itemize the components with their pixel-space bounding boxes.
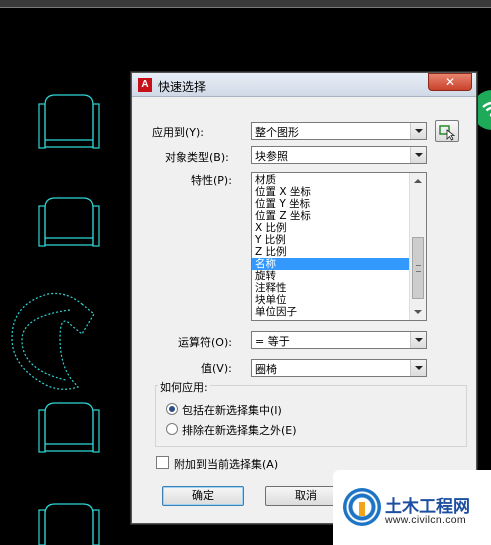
property-list-item[interactable]: 位置 X 坐标 [252, 186, 409, 198]
chair-block-4[interactable] [38, 402, 100, 453]
select-objects-button[interactable] [435, 120, 459, 142]
apply-to-select[interactable]: 整个图形 [251, 122, 427, 140]
value-value: 圈椅 [255, 363, 277, 376]
chevron-down-icon[interactable] [410, 360, 426, 376]
operator-label: 运算符(O): [178, 336, 232, 349]
property-list-item[interactable]: 名称 [252, 258, 409, 270]
object-type-select[interactable]: 块参照 [251, 146, 427, 164]
scroll-up-icon[interactable] [410, 173, 426, 189]
apply-to-value: 整个图形 [255, 126, 299, 139]
dialog-title: 快速选择 [158, 80, 207, 94]
apply-to-label: 应用到(Y): [152, 126, 205, 139]
property-list-item[interactable]: 位置 Y 坐标 [252, 198, 409, 210]
include-radio[interactable] [166, 403, 178, 415]
include-radio-label[interactable]: 包括在新选择集中(I) [182, 402, 282, 418]
properties-scrollbar[interactable] [409, 173, 426, 320]
properties-list[interactable]: 材质 位置 X 坐标 位置 Y 坐标 位置 Z 坐标 X 比例 Y 比例 Z 比例 名称 旋转注… [251, 172, 427, 321]
chevron-down-icon[interactable] [410, 123, 426, 139]
property-list-item[interactable]: Y 比例 [252, 234, 409, 246]
operator-value: = 等于 [255, 335, 290, 348]
chevron-down-icon[interactable] [410, 332, 426, 348]
property-list-item[interactable]: X 比例 [252, 222, 409, 234]
civilcn-watermark: 土木工程网 www.civilcn.com [333, 470, 491, 545]
close-button[interactable]: ✕ [428, 73, 472, 91]
append-checkbox[interactable] [156, 456, 169, 469]
property-list-item[interactable]: 位置 Z 坐标 [252, 210, 409, 222]
watermark-url: www.civilcn.com [385, 514, 466, 526]
quick-select-dialog: A 快速选择 ✕ 应用到(Y): 整个图形 对象类型(B): 块参照 特性(P)… [131, 72, 477, 524]
chair-block-2[interactable] [38, 197, 100, 247]
scroll-thumb[interactable] [412, 237, 424, 299]
property-list-item[interactable]: 注释性 [252, 282, 409, 294]
chevron-down-icon[interactable] [410, 147, 426, 163]
operator-select[interactable]: = 等于 [251, 331, 427, 349]
chair-block-3-highlighted[interactable] [11, 292, 95, 390]
select-objects-icon [439, 125, 456, 141]
ok-button[interactable]: 确定 [162, 486, 244, 506]
how-to-apply-label: 如何应用: [158, 379, 210, 395]
property-list-item[interactable]: 旋转 [252, 270, 409, 282]
chair-block-1[interactable] [38, 94, 100, 149]
property-list-item[interactable]: 块单位 [252, 294, 409, 306]
scroll-down-icon[interactable] [410, 304, 426, 320]
value-select[interactable]: 圈椅 [251, 359, 427, 377]
civilcn-logo-icon [343, 488, 381, 526]
property-list-item[interactable]: 单位因子 [252, 306, 409, 318]
property-list-item[interactable]: 材质 [252, 174, 409, 186]
value-label: 值(V): [201, 362, 232, 375]
exclude-radio[interactable] [166, 423, 178, 435]
object-type-value: 块参照 [255, 150, 288, 163]
property-list-item[interactable]: Z 比例 [252, 246, 409, 258]
autocad-app-icon: A [138, 78, 152, 92]
exclude-radio-label[interactable]: 排除在新选择集之外(E) [182, 422, 297, 438]
dialog-titlebar[interactable]: A 快速选择 ✕ [132, 73, 476, 97]
chair-block-5[interactable] [38, 503, 100, 545]
properties-label: 特性(P): [191, 174, 232, 187]
append-checkbox-label[interactable]: 附加到当前选择集(A) [174, 456, 278, 472]
object-type-label: 对象类型(B): [165, 151, 229, 164]
